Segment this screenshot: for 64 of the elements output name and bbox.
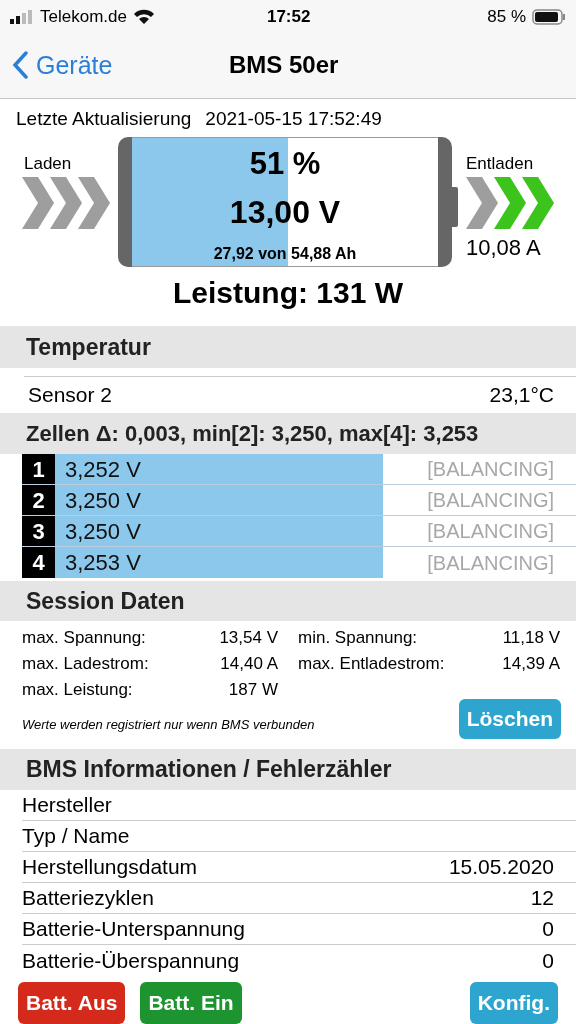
battery-icon xyxy=(532,8,566,25)
wifi-icon xyxy=(132,8,155,25)
chevron-arrows-icon xyxy=(466,176,554,229)
capacity-label: 27,92 von 54,88 Ah xyxy=(213,243,357,264)
stat-value: 14,39 A xyxy=(502,652,560,675)
battery-percent: 85 % xyxy=(487,6,526,28)
info-label: Herstellungsdatum xyxy=(22,854,198,881)
update-label: Letzte Aktualisierung xyxy=(16,106,192,131)
info-label: Batterie-Überspannung xyxy=(22,947,240,974)
discharge-current: 10,08 A xyxy=(466,233,541,262)
back-button[interactable]: Geräte xyxy=(0,46,113,85)
cell-index: 2 xyxy=(22,485,55,516)
battery-voltage: 13,00 V xyxy=(229,192,341,232)
info-value: 12 xyxy=(530,885,554,912)
info-label: Batteriezyklen xyxy=(22,885,154,912)
power-label: Leistung: 131 W xyxy=(173,275,403,312)
balancing-label: [BALANCING] xyxy=(427,550,555,576)
cell-voltage: 3,253 V xyxy=(64,549,141,578)
update-value: 2021-05-15 17:52:49 xyxy=(205,106,382,131)
charge-percent: 51 % xyxy=(249,145,321,183)
signal-icon xyxy=(10,9,34,24)
stat-label: max. Spannung: xyxy=(22,626,146,649)
info-value: 15.05.2020 xyxy=(448,854,554,881)
sensor-value: 23,1°C xyxy=(489,382,554,409)
cell-index: 4 xyxy=(22,547,55,579)
stat-value: 13,54 V xyxy=(219,626,278,649)
charge-label: Laden xyxy=(23,153,72,175)
section-header: Session Daten xyxy=(0,581,576,621)
section-header: BMS Informationen / Fehlerzähler xyxy=(0,748,576,790)
cell-voltage: 3,250 V xyxy=(64,517,141,546)
screen-title: BMS 50er xyxy=(229,50,339,81)
battery-terminal xyxy=(452,187,458,227)
session-note: Werte werden registriert nur wenn BMS verbunden xyxy=(22,716,315,735)
balancing-label: [BALANCING] xyxy=(427,519,555,545)
carrier-label: Telekom.de xyxy=(40,6,127,28)
balancing-label: [BALANCING] xyxy=(427,457,555,483)
info-value: 0 xyxy=(542,947,554,974)
cell-index: 3 xyxy=(22,516,55,547)
section-header: Zellen Δ: 0,003, min[2]: 3,250, max[4]: 3,253 xyxy=(0,412,576,455)
balancing-label: [BALANCING] xyxy=(427,488,555,514)
info-label: Hersteller xyxy=(22,792,112,819)
discharge-label: Entladen xyxy=(466,153,534,175)
cell-index: 1 xyxy=(22,454,55,485)
delete-button[interactable]: Löschen xyxy=(458,698,561,739)
stat-label: max. Ladestrom: xyxy=(22,652,149,675)
action-button[interactable]: Batt. Aus xyxy=(18,982,126,1024)
stat-value: 14,40 A xyxy=(220,652,278,675)
stat-label: max. Leistung: xyxy=(22,678,133,701)
chevron-arrows-icon xyxy=(22,176,110,229)
chevron-left-icon xyxy=(12,51,28,80)
cell-voltage: 3,250 V xyxy=(64,486,141,515)
action-button[interactable]: Batt. Ein xyxy=(140,982,242,1024)
info-label: Batterie-Unterspannung xyxy=(22,916,245,943)
stat-label: min. Spannung: xyxy=(298,626,418,649)
section-header: Temperatur xyxy=(0,326,576,368)
sensor-label: Sensor 2 xyxy=(28,382,113,409)
cell-voltage: 3,252 V xyxy=(64,455,141,484)
stat-value: 187 W xyxy=(228,678,278,701)
info-value: 0 xyxy=(542,916,554,943)
stat-value: 11,18 V xyxy=(502,626,560,649)
stat-label: max. Entladestrom: xyxy=(298,652,445,675)
info-label: Typ / Name xyxy=(22,823,130,850)
action-button[interactable]: Konfig. xyxy=(469,982,558,1024)
clock-label: 17:52 xyxy=(266,6,311,28)
